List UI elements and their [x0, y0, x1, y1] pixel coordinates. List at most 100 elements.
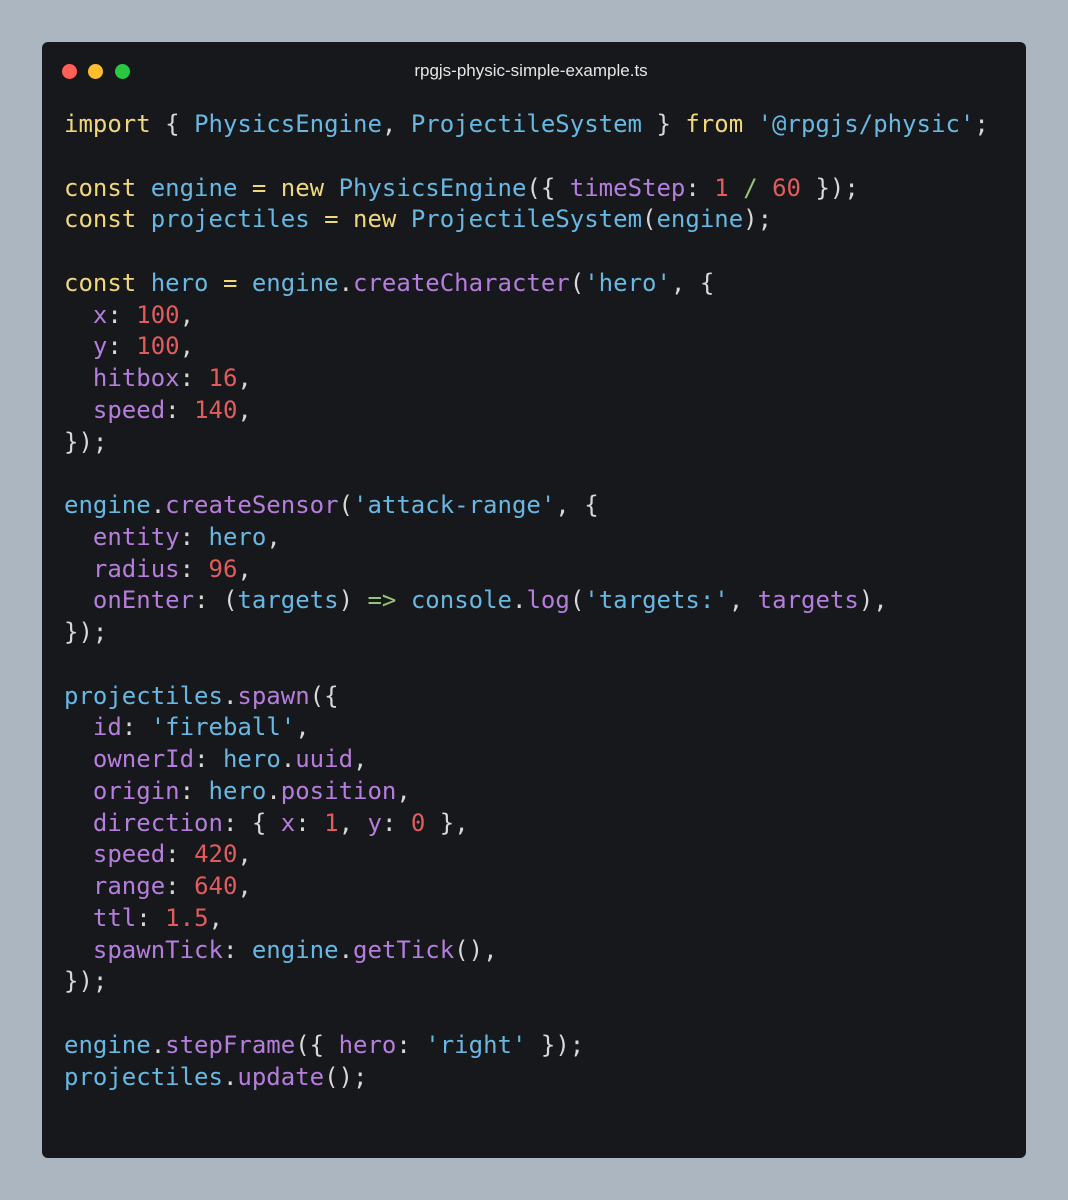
code-token-punct: ,	[179, 300, 195, 329]
code-token-var: projectiles	[64, 1062, 223, 1091]
code-token-prop: radius	[92, 554, 180, 583]
code-token-punct: .	[512, 586, 527, 615]
code-token-arrow: =>	[367, 586, 397, 615]
code-token-punct: :	[194, 745, 209, 773]
code-token-punct: (	[642, 205, 657, 234]
code-line: const engine = new PhysicsEngine({ timeS…	[64, 173, 989, 205]
code-token-punct: :	[121, 713, 137, 742]
code-token-number: 640	[194, 872, 238, 900]
code-token-keyword: new	[353, 205, 397, 234]
code-line: y: 100,	[64, 331, 989, 363]
code-token-var: hero	[208, 522, 267, 551]
code-line: import { PhysicsEngine, ProjectileSystem…	[64, 109, 989, 141]
code-token-punct: (),	[454, 935, 498, 964]
code-token-punct: ,	[381, 110, 397, 138]
code-token-punct: :	[107, 300, 122, 329]
code-line: projectiles.spawn({	[64, 681, 989, 713]
code-token-var: targets	[237, 586, 339, 615]
code-token-punct: (	[569, 268, 585, 297]
code-token-punct: :	[222, 808, 238, 837]
code-token-prop: x	[92, 300, 108, 329]
code-token-keyword: from	[685, 110, 744, 138]
code-token-punct: .	[150, 491, 166, 519]
code-line: const projectiles = new ProjectileSystem…	[64, 204, 989, 236]
code-token-var: hero	[208, 776, 267, 805]
code-token-var: hero	[150, 268, 209, 297]
code-line: ​	[64, 649, 989, 681]
code-token-punct: :	[165, 872, 180, 900]
code-token-prop: range	[92, 872, 166, 900]
code-token-punct: :	[179, 364, 195, 392]
code-token-punct: ();	[324, 1062, 368, 1091]
code-token-class: PhysicsEngine	[338, 173, 527, 202]
code-token-punct: ,	[179, 332, 195, 361]
code-token-punct: (	[569, 586, 585, 615]
code-token-method: spawn	[237, 681, 310, 710]
code-token-var: engine	[251, 935, 339, 964]
code-token-number: 1	[324, 808, 339, 837]
code-token-punct: ;	[974, 110, 989, 138]
code-token-punct: ,	[208, 903, 223, 932]
code-token-prop: x	[280, 808, 296, 837]
code-token-punct: :	[165, 840, 180, 869]
code-token-number: 100	[136, 332, 180, 361]
code-token-punct: :	[179, 776, 195, 805]
code-token-punct: ,	[295, 713, 310, 742]
window-title: rpgjs-physic-simple-example.ts	[414, 61, 648, 80]
code-token-punct: .	[338, 268, 354, 297]
code-token-punct: });	[64, 967, 108, 996]
code-token-prop: origin	[92, 776, 180, 805]
code-token-punct: :	[396, 1030, 411, 1059]
code-token-method: createCharacter	[353, 268, 570, 297]
code-line: onEnter: (targets) => console.log('targe…	[64, 585, 989, 617]
code-token-keyword: import	[64, 110, 151, 138]
code-token-punct: :	[685, 173, 700, 202]
code-token-punct: ,	[670, 268, 686, 297]
code-token-punct: .	[222, 1062, 238, 1091]
code-token-keyword: const	[64, 268, 137, 297]
code-token-var: projectiles	[64, 681, 223, 710]
code-token-punct: (	[338, 491, 353, 519]
code-token-punct: ,	[237, 364, 252, 392]
code-token-prop: uuid	[295, 745, 354, 773]
code-token-punct: :	[107, 332, 122, 361]
code-line: entity: hero,	[64, 522, 989, 554]
code-token-punct: );	[743, 205, 773, 234]
code-line: range: 640,	[64, 871, 989, 903]
code-token-punct: ,	[728, 586, 744, 615]
code-token-method: getTick	[353, 935, 455, 964]
code-token-punct: :	[179, 554, 195, 583]
code-line: hitbox: 16,	[64, 363, 989, 395]
code-line: engine.stepFrame({ hero: 'right' });	[64, 1030, 989, 1062]
code-line: speed: 420,	[64, 839, 989, 871]
